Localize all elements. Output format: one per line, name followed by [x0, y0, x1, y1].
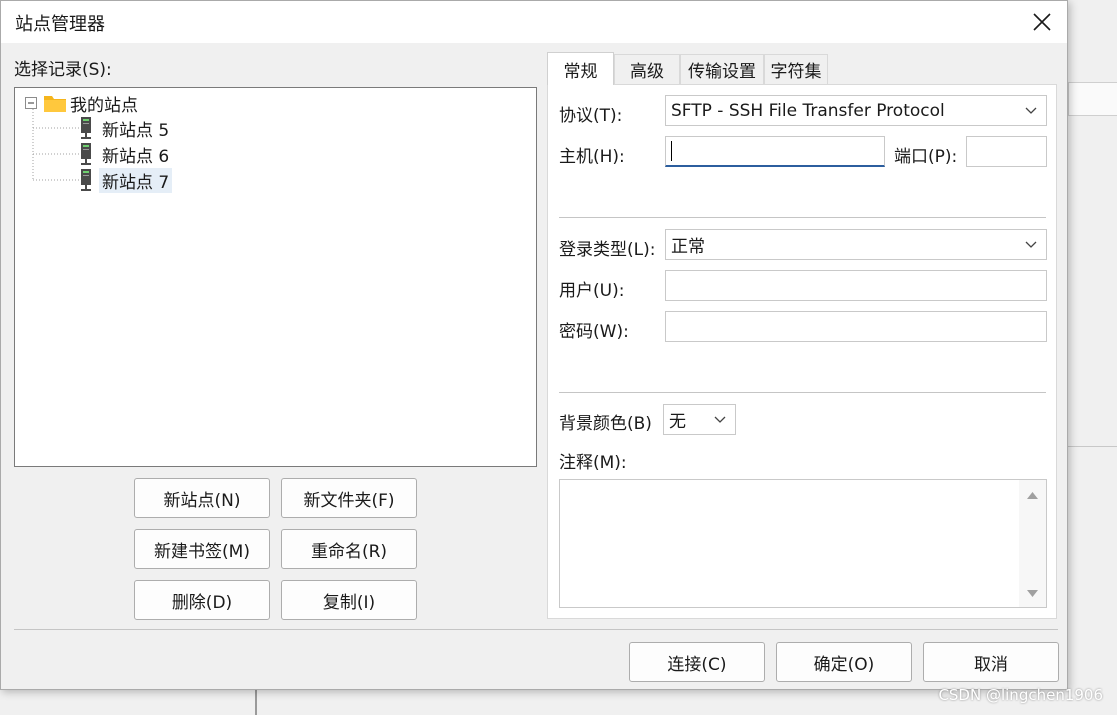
password-label: 密码(W): — [559, 322, 629, 342]
tab-transfer-settings[interactable]: 传输设置 — [680, 54, 764, 84]
new-site-button[interactable]: 新站点(N) — [134, 478, 270, 518]
text-cursor — [671, 141, 672, 161]
background-divider — [255, 690, 257, 715]
background-panel — [1068, 82, 1117, 116]
scroll-up-icon[interactable] — [1026, 490, 1039, 500]
title-bar: 站点管理器 — [1, 1, 1067, 43]
folder-icon — [44, 96, 66, 112]
port-label: 端口(P): — [894, 147, 958, 167]
background-divider — [1068, 446, 1117, 447]
collapse-icon[interactable] — [25, 97, 37, 109]
comments-textarea[interactable] — [559, 479, 1047, 608]
port-input[interactable] — [966, 136, 1047, 167]
footer-separator — [14, 629, 1058, 630]
user-input[interactable] — [665, 270, 1047, 301]
bg-color-select[interactable]: 无 — [663, 404, 736, 435]
tree-item-selected[interactable]: 新站点 7 — [79, 167, 173, 193]
tree-item-label: 新站点 5 — [102, 120, 170, 141]
password-input[interactable] — [665, 311, 1047, 342]
close-button[interactable] — [1017, 1, 1067, 43]
chevron-down-icon — [1025, 241, 1037, 248]
tree-root-label: 我的站点 — [70, 95, 138, 116]
server-icon — [81, 117, 91, 139]
divider — [559, 217, 1046, 218]
new-folder-button[interactable]: 新文件夹(F) — [281, 478, 417, 518]
divider — [559, 392, 1046, 393]
delete-button[interactable]: 删除(D) — [134, 580, 270, 620]
logon-type-value: 正常 — [671, 237, 705, 257]
user-label: 用户(U): — [559, 281, 625, 301]
copy-button[interactable]: 复制(I) — [281, 580, 417, 620]
tree-item-label: 新站点 7 — [99, 167, 173, 193]
rename-button[interactable]: 重命名(R) — [281, 529, 417, 569]
protocol-value: SFTP - SSH File Transfer Protocol — [671, 100, 945, 121]
window-title: 站点管理器 — [15, 14, 105, 35]
new-bookmark-button[interactable]: 新建书签(M) — [134, 529, 270, 569]
tab-general[interactable]: 常规 — [547, 52, 614, 85]
logon-type-select[interactable]: 正常 — [665, 229, 1047, 260]
site-manager-dialog: 站点管理器 选择记录(S): 我的站点 新站点 5 新站点 6 新站点 7 新站… — [0, 0, 1068, 690]
bg-color-label: 背景颜色(B) — [559, 414, 652, 434]
comments-label: 注释(M): — [559, 453, 627, 473]
watermark: CSDN @lingchen1906 — [938, 686, 1103, 704]
host-input[interactable] — [665, 136, 885, 167]
chevron-down-icon — [714, 416, 726, 423]
tree-label: 选择记录(S): — [14, 60, 112, 80]
server-icon — [81, 143, 91, 165]
bg-color-value: 无 — [669, 412, 686, 432]
cancel-button[interactable]: 取消 — [923, 642, 1059, 682]
close-icon — [1033, 13, 1051, 31]
ok-button[interactable]: 确定(O) — [776, 642, 912, 682]
server-icon — [81, 169, 91, 191]
chevron-down-icon — [1025, 107, 1037, 114]
scroll-down-icon[interactable] — [1026, 589, 1039, 599]
host-label: 主机(H): — [559, 147, 625, 167]
comments-scrollbar[interactable] — [1019, 480, 1046, 607]
tree-item-label: 新站点 6 — [102, 146, 170, 167]
tab-charset[interactable]: 字符集 — [764, 54, 828, 84]
protocol-select[interactable]: SFTP - SSH File Transfer Protocol — [665, 95, 1047, 126]
tree-root[interactable]: 我的站点 — [25, 91, 141, 116]
tab-advanced[interactable]: 高级 — [614, 54, 680, 84]
tree-item[interactable]: 新站点 5 — [79, 116, 172, 141]
tree-item[interactable]: 新站点 6 — [79, 142, 172, 167]
logon-type-label: 登录类型(L): — [559, 240, 656, 260]
connect-button[interactable]: 连接(C) — [629, 642, 765, 682]
protocol-label: 协议(T): — [559, 106, 623, 126]
site-tree[interactable]: 我的站点 新站点 5 新站点 6 新站点 7 — [14, 87, 537, 467]
